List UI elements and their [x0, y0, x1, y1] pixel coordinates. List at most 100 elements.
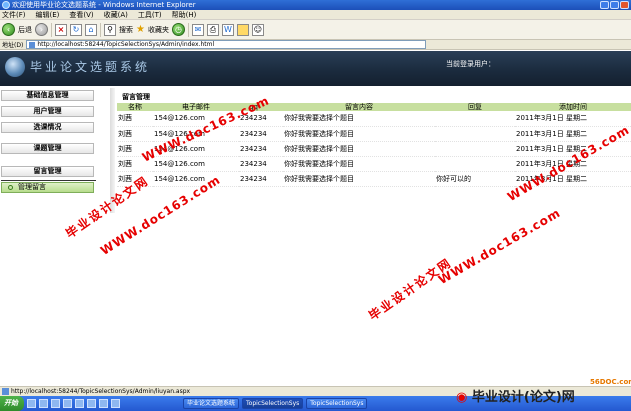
- column-header-email: 电子邮件: [153, 103, 239, 111]
- sidebar-item-basic-info[interactable]: 基础信息管理: [1, 90, 94, 101]
- sidebar-item-users[interactable]: 用户管理: [1, 106, 94, 117]
- cell-time: 2011年3月1日 星期二: [515, 141, 631, 157]
- minimize-button[interactable]: [600, 1, 609, 9]
- start-button[interactable]: 开始: [0, 396, 24, 411]
- taskbar-item-vs-1[interactable]: TopicSelectionSys: [242, 398, 304, 409]
- sidebar-item-course-selection[interactable]: 选课情况: [1, 122, 94, 133]
- taskbar-item-vs-2[interactable]: TopicSelectionSys: [306, 398, 368, 409]
- cell-name: 刘茜: [117, 141, 153, 157]
- cell-email: 154@126.com: [153, 171, 239, 187]
- menu-favorites[interactable]: 收藏(A): [104, 10, 128, 20]
- column-header-time: 添加时间: [515, 103, 631, 111]
- address-label: 地址(D): [2, 42, 24, 49]
- cell-time: 2011年3月1日 星期二: [515, 171, 631, 187]
- search-button-label[interactable]: 搜索: [119, 25, 133, 35]
- quick-launch-icon[interactable]: [75, 399, 84, 408]
- cell-name: 刘茜: [117, 126, 153, 142]
- watermark-corner: ◉ 毕业设计(论文)网: [456, 386, 631, 405]
- close-button[interactable]: [620, 1, 629, 9]
- watermark-url: WWW.doc163.com: [436, 205, 564, 288]
- quick-launch-icon[interactable]: [87, 399, 96, 408]
- back-button-label[interactable]: 后退: [18, 25, 32, 35]
- refresh-icon[interactable]: ↻: [70, 23, 82, 36]
- sidebar-item-topics[interactable]: 课题管理: [1, 143, 94, 154]
- globe-logo-icon: [5, 57, 25, 77]
- sidebar-divider: [1, 180, 96, 181]
- cell-content: 你好我需要选择个题目: [283, 141, 435, 157]
- stop-icon[interactable]: ×: [55, 23, 67, 36]
- sidebar-item-messages[interactable]: 留言管理: [1, 166, 94, 177]
- cell-reply: 你好可以的: [435, 171, 515, 187]
- table-row[interactable]: 刘茜 154@126.com 234234 你好我需要选择个题目 2011年3月…: [117, 111, 631, 127]
- column-header-content: 留言内容: [283, 103, 435, 111]
- status-url: http://localhost:58244/TopicSelectionSys…: [11, 388, 191, 395]
- forward-arrow-icon[interactable]: ›: [35, 23, 48, 36]
- cell-reply: [435, 141, 515, 157]
- cell-time: 2011年3月1日 星期二: [515, 111, 631, 127]
- edit-icon[interactable]: W: [221, 23, 234, 36]
- cell-qq: 234234: [239, 171, 283, 187]
- table-header-row: 名称 电子邮件 qq 留言内容 回复 添加时间: [117, 103, 631, 111]
- messenger-icon[interactable]: ☺: [251, 23, 264, 36]
- table-row[interactable]: 刘茜 154@126.com 234234 你好我需要选择个题目 2011年3月…: [117, 141, 631, 157]
- watermark-cn: 毕业设计论文网: [366, 255, 455, 324]
- window-title-bar[interactable]: 欢迎使用毕业论文选题系统 - Windows Internet Explorer: [0, 0, 631, 10]
- menu-tools[interactable]: 工具(T): [138, 10, 162, 20]
- print-icon[interactable]: ⎙: [206, 23, 219, 36]
- table-row[interactable]: 刘茜 154@126.com 234234 你好我需要选择个题目 2011年3月…: [117, 156, 631, 172]
- back-arrow-icon[interactable]: ‹: [2, 23, 15, 36]
- maximize-button[interactable]: [610, 1, 619, 9]
- cell-qq: 234234: [239, 126, 283, 142]
- home-icon[interactable]: ⌂: [85, 23, 97, 36]
- quick-launch-icon[interactable]: [51, 399, 60, 408]
- toolbar-separator: [100, 22, 101, 37]
- cell-reply: [435, 111, 515, 127]
- radio-dot-icon: [8, 184, 13, 190]
- sidebar-item-manage-messages[interactable]: 管理留言: [1, 182, 94, 193]
- address-input[interactable]: http://localhost:58244/TopicSelectionSys…: [26, 40, 427, 49]
- toolbar-separator: [51, 22, 52, 37]
- cell-time: 2011年3月1日 星期二: [515, 126, 631, 142]
- menu-edit[interactable]: 编辑(E): [36, 10, 60, 20]
- column-header-reply: 回复: [435, 103, 515, 111]
- cell-content: 你好我需要选择个题目: [283, 156, 435, 172]
- sidebar: 基础信息管理 用户管理 选课情况 课题管理 留言管理 管理留言: [0, 86, 110, 386]
- menu-view[interactable]: 查看(V): [69, 10, 93, 20]
- search-icon[interactable]: ⚲: [104, 23, 116, 36]
- cell-name: 刘茜: [117, 171, 153, 187]
- mail-icon[interactable]: ✉: [191, 23, 204, 36]
- cell-email: 154@126.com: [153, 141, 239, 157]
- quick-launch-icon[interactable]: [111, 399, 120, 408]
- frame-splitter[interactable]: [110, 88, 115, 213]
- table-row[interactable]: 刘茜 154@126.com 234234 你好我需要选择个题目 你好可以的 2…: [117, 171, 631, 187]
- menu-bar: 文件(F) 编辑(E) 查看(V) 收藏(A) 工具(T) 帮助(H): [0, 10, 631, 20]
- table-row[interactable]: 刘茜 154@126.com 234234 你好我需要选择个题目 2011年3月…: [117, 126, 631, 142]
- cell-name: 刘茜: [117, 156, 153, 172]
- quick-launch-icon[interactable]: [27, 399, 36, 408]
- cell-qq: 234234: [239, 156, 283, 172]
- corner-logo-icon: ◉: [456, 390, 468, 405]
- folder-icon[interactable]: [236, 23, 249, 36]
- favorites-button-label[interactable]: 收藏夹: [148, 25, 169, 35]
- favorites-star-icon[interactable]: ★: [136, 24, 145, 35]
- quick-launch-icon[interactable]: [39, 399, 48, 408]
- taskbar-item-ie[interactable]: 毕业论文选题系统: [183, 398, 240, 409]
- address-url: http://localhost:58244/TopicSelectionSys…: [37, 41, 215, 48]
- page-icon: [2, 388, 9, 395]
- cell-email: 154@126.com: [153, 126, 239, 142]
- window-title: 欢迎使用毕业论文选题系统 - Windows Internet Explorer: [12, 1, 196, 9]
- page-icon: [29, 41, 36, 48]
- toolbar-separator: [187, 22, 189, 37]
- current-user-label: 当前登录用户：: [446, 60, 495, 68]
- column-header-name: 名称: [117, 103, 153, 111]
- column-header-qq: qq: [239, 103, 283, 111]
- quick-launch-icon[interactable]: [99, 399, 108, 408]
- quick-launch-icon[interactable]: [63, 399, 72, 408]
- sidebar-active-label: 管理留言: [18, 183, 46, 191]
- history-icon[interactable]: ◷: [171, 23, 185, 36]
- window-controls: [600, 1, 629, 9]
- site-title: 毕业论文选题系统: [30, 60, 151, 74]
- menu-file[interactable]: 文件(F): [2, 10, 26, 20]
- menu-help[interactable]: 帮助(H): [172, 10, 197, 20]
- cell-qq: 234234: [239, 111, 283, 127]
